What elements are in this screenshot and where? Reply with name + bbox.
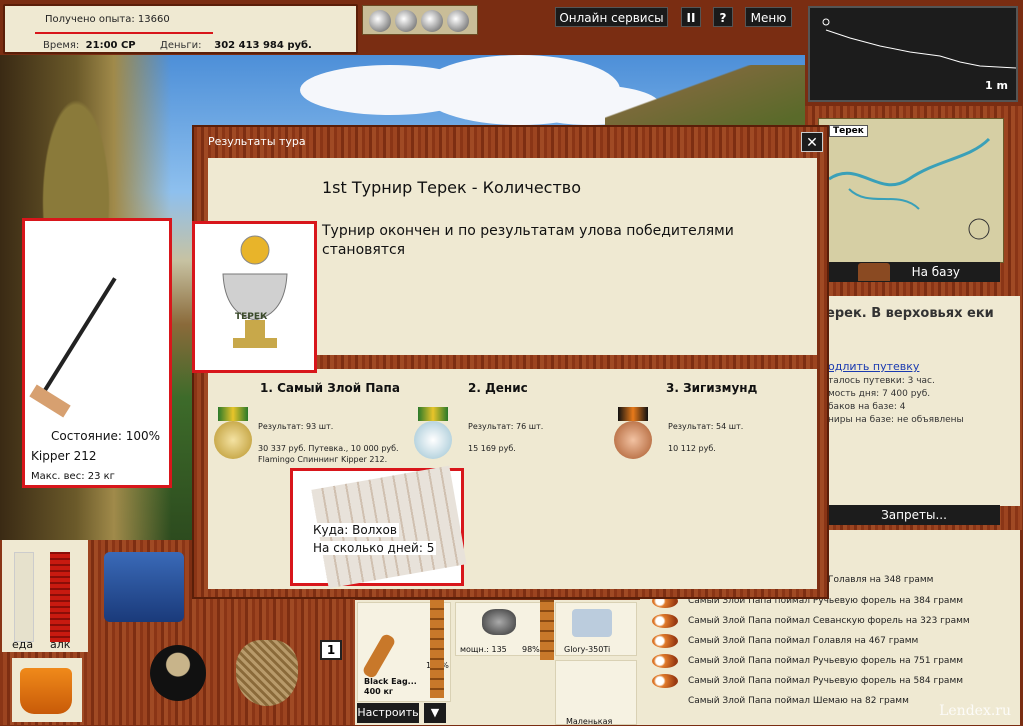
configure-dropdown-button[interactable]: ▼	[424, 703, 446, 723]
silver-medal-icon	[412, 407, 454, 461]
trophy-icon	[222, 235, 288, 348]
feed-entry: Самый Злой Папа поймал Севанскую форель …	[688, 616, 970, 626]
bronze-medal-icon	[612, 407, 654, 461]
food-label: еда	[12, 638, 34, 651]
configure-button[interactable]: Настроить	[357, 703, 419, 723]
winner-3-prize: 10 112 руб.	[668, 444, 716, 453]
bite-bells[interactable]	[362, 5, 478, 35]
line-length-bar	[430, 600, 444, 698]
dialog-title: Результаты тура	[208, 135, 306, 148]
bans-button[interactable]: Запреты...	[828, 505, 1000, 525]
reel-power: мощн.: 135	[460, 645, 507, 654]
gold-medal-icon	[212, 407, 254, 461]
food-meter	[14, 552, 34, 642]
experience-label: Получено опыта: 13660	[45, 14, 170, 25]
winner-2-name: 2. Денис	[468, 381, 528, 395]
alcohol-label: алк	[50, 638, 71, 651]
rod-max-weight: Макс. вес: 23 кг	[31, 471, 115, 482]
trophy-label: ТЕРЕК	[235, 312, 268, 322]
rod-condition: Состояние: 100%	[51, 429, 161, 443]
lure-icon	[361, 632, 397, 680]
permit-prize-card: Куда: Волхов На сколько дней: 5	[290, 465, 467, 589]
bucket-icon[interactable]	[20, 668, 72, 714]
bell-icon[interactable]	[447, 10, 469, 32]
permit-days: На сколько дней: 5	[311, 541, 437, 555]
reel-slot[interactable]: мощн.: 135 98%	[455, 602, 551, 656]
feed-entry: Самый Злой Папа поймал Ручьевую форель н…	[688, 656, 964, 666]
winner-2-prize: 15 169 руб.	[468, 444, 516, 453]
bell-icon[interactable]	[421, 10, 443, 32]
keep-net-icon[interactable]	[236, 640, 298, 706]
bell-icon[interactable]	[369, 10, 391, 32]
tackle-box-icon[interactable]	[104, 552, 184, 622]
lure-name: Black Eag...	[364, 677, 417, 686]
cauldron-icon[interactable]	[150, 645, 206, 701]
tournaments-status: ниры на базе: не объявлены	[828, 415, 964, 425]
alcohol-meter	[50, 552, 70, 642]
feed-entry: Самый Злой Папа поймал Голавля на 467 гр…	[688, 636, 919, 646]
fish-icon	[652, 614, 678, 628]
location-title: ерек. В верховьях еки	[826, 306, 994, 321]
fish-icon	[652, 634, 678, 648]
extend-permit-link[interactable]: одлить путевку	[828, 360, 919, 373]
permit-destination: Куда: Волхов	[311, 523, 399, 537]
reel-condition: 98%	[522, 645, 540, 654]
experience-underline	[35, 32, 213, 34]
map-tag: Терек	[829, 125, 868, 137]
menu-button[interactable]: Меню	[745, 7, 792, 27]
line-slot[interactable]: Glory-350Ti	[555, 602, 637, 656]
feed-entry: Голавля на 348 грамм	[828, 575, 934, 585]
watermark: Lendex.ru	[939, 703, 1011, 719]
permit-remaining: талось путевки: 3 час.	[828, 376, 935, 386]
lake-map[interactable]: Терек	[818, 118, 1004, 263]
fish-icon	[652, 674, 678, 688]
winner-2-result: Результат: 76 шт.	[468, 422, 544, 431]
winner-3-name: 3. Зигизмунд	[666, 381, 758, 395]
trophy-card: ТЕРЕК	[192, 221, 317, 373]
bait-slot[interactable]: Маленькая	[555, 660, 637, 726]
time-value: 21:00 СР	[85, 40, 136, 51]
line-name: Glory-350Ti	[564, 645, 611, 654]
feed-entry: Самый Злой Папа поймал Ручьевую форель н…	[688, 676, 964, 686]
close-icon[interactable]: ✕	[801, 132, 823, 152]
winner-1-result: Результат: 93 шт.	[258, 422, 334, 431]
winner-3-result: Результат: 54 шт.	[668, 422, 744, 431]
reel-icon	[482, 609, 516, 635]
river-icon	[828, 137, 991, 240]
line-spool-icon	[572, 609, 612, 637]
slot-number-badge: 1	[320, 640, 342, 660]
house-icon	[858, 263, 890, 281]
rod-handle	[29, 384, 71, 418]
winner-1-prize: 30 337 руб. Путевка., 10 000 руб. Flamin…	[258, 444, 399, 464]
to-base-label: На базу	[911, 265, 960, 279]
fish-icon	[652, 654, 678, 668]
rod-icon	[39, 277, 117, 399]
bucket-slot[interactable]	[12, 658, 82, 722]
money-label: Деньги: 302 413 984 руб.	[160, 40, 312, 51]
depth-profile: 1 m	[808, 6, 1018, 102]
tournament-message: Турнир окончен и по результатам улова по…	[322, 223, 734, 258]
anglers-count: баков на базе: 4	[828, 402, 906, 412]
player-status: Получено опыта: 13660 Время: 21:00 СР Де…	[3, 4, 358, 54]
online-services-button[interactable]: Онлайн сервисы	[555, 7, 668, 27]
rod-card[interactable]: Состояние: 100% Kipper 212 Макс. вес: 23…	[22, 218, 172, 488]
help-button[interactable]: ?	[713, 7, 733, 27]
bell-icon[interactable]	[395, 10, 417, 32]
reel-length-bar	[540, 600, 554, 660]
vitals-meters: еда алк	[2, 540, 88, 652]
lure-weight: 400 кг	[364, 687, 394, 696]
location-info: ерек. В верховьях еки одлить путевку тал…	[820, 296, 1020, 506]
winner-1-name: 1. Самый Злой Папа	[260, 381, 400, 395]
to-base-button[interactable]: На базу	[828, 262, 1000, 282]
tournament-title: 1st Турнир Терек - Количество	[322, 178, 582, 197]
distance-readout: 1 m	[985, 79, 1008, 92]
pause-button[interactable]: II	[681, 7, 701, 27]
rod-name: Kipper 212	[31, 449, 97, 463]
time-label: Время: 21:00 СР	[43, 40, 136, 51]
money-value: 302 413 984 руб.	[214, 40, 312, 51]
day-cost: мость дня: 7 400 руб.	[828, 389, 931, 399]
feed-entry: Самый Злой Папа поймал Шемаю на 82 грамм	[688, 696, 909, 706]
